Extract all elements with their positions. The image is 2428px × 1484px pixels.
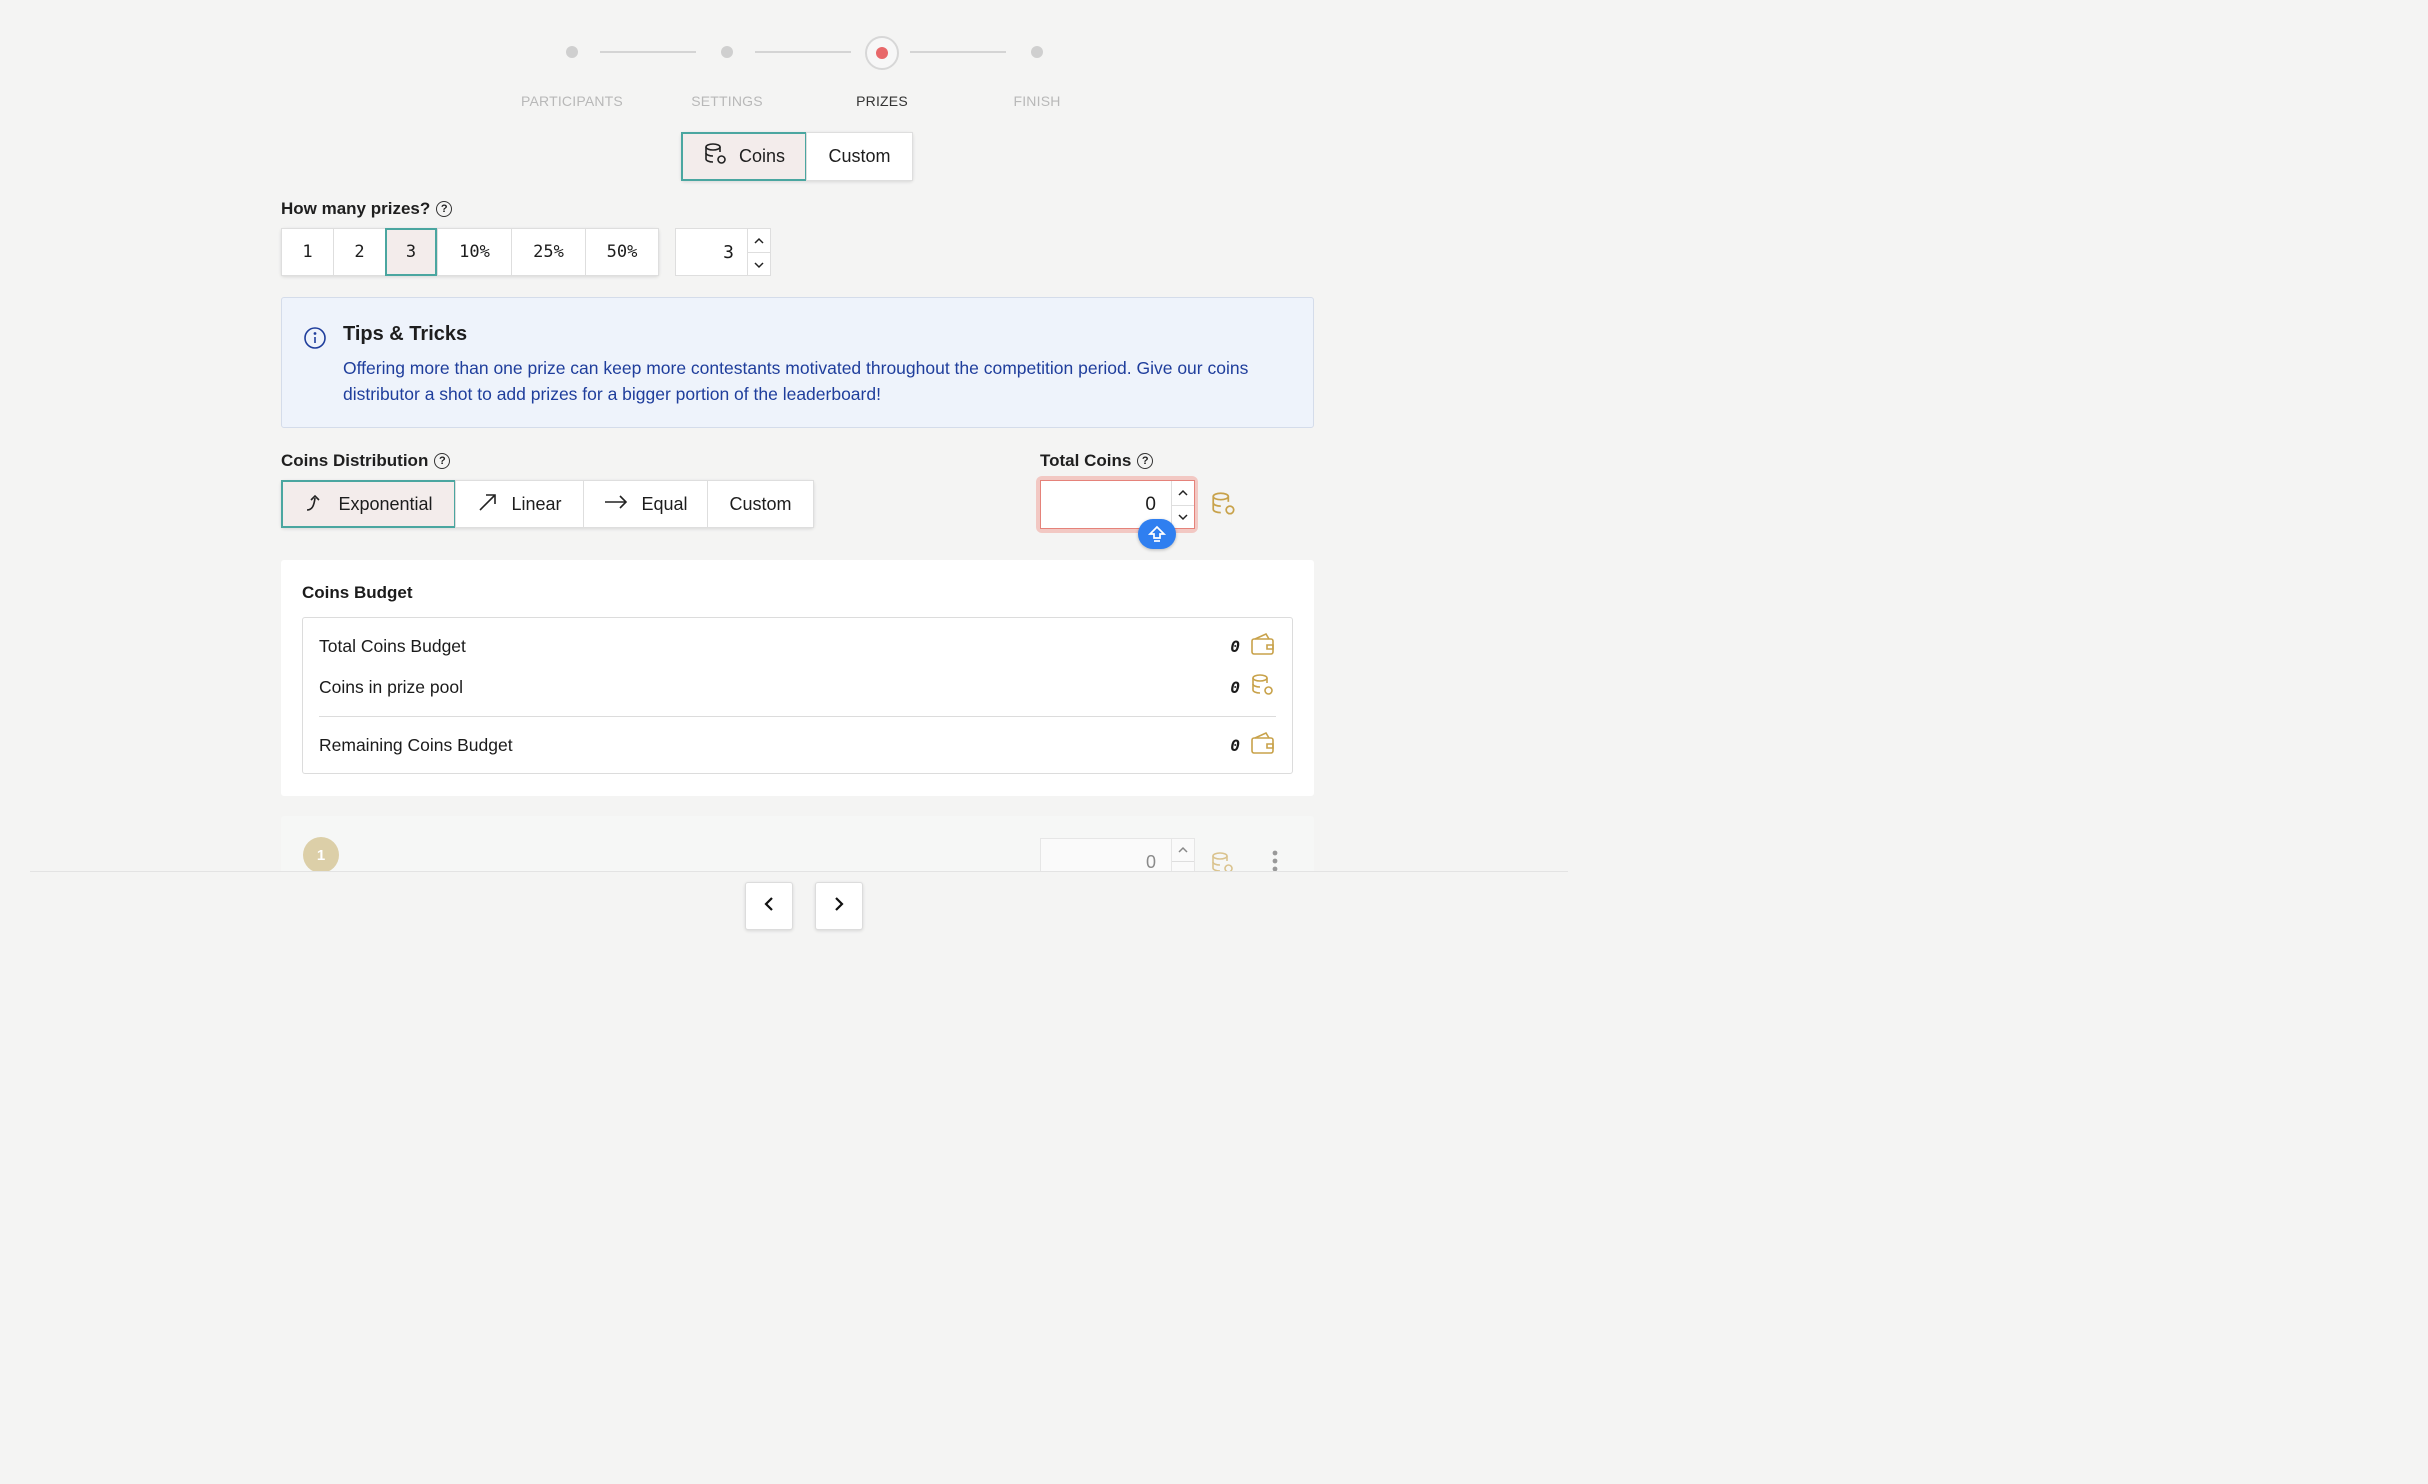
budget-title: Coins Budget — [302, 583, 413, 602]
chevron-up-icon[interactable] — [1172, 839, 1194, 861]
help-icon[interactable]: ? — [1137, 453, 1154, 469]
info-icon — [303, 326, 327, 355]
budget-row-pool: Coins in prize pool 0 — [319, 674, 1276, 700]
budget-row-remaining: Remaining Coins Budget 0 — [319, 731, 1276, 759]
budget-row-value: 0 — [1230, 636, 1240, 656]
distribution-linear-label: Linear — [511, 493, 562, 514]
step-dot-finish — [1031, 46, 1043, 58]
budget-divider — [319, 716, 1276, 717]
next-button[interactable] — [815, 882, 863, 930]
prize-count-option-10pct[interactable]: 10% — [437, 228, 512, 276]
chevron-down-icon[interactable] — [748, 252, 770, 276]
chevron-up-icon[interactable] — [1172, 481, 1194, 505]
distribution-equal-label: Equal — [641, 493, 688, 514]
help-icon[interactable]: ? — [434, 453, 451, 469]
distribution-options: Exponential Linear Equal Custom — [281, 480, 814, 528]
distribution-exponential-button[interactable]: Exponential — [281, 480, 456, 528]
distribution-label-text: Coins Distribution — [281, 451, 429, 470]
step-dot-prizes — [865, 36, 899, 70]
prize-count-option-1[interactable]: 1 — [281, 228, 334, 276]
budget-row-total: Total Coins Budget 0 — [319, 632, 1276, 660]
total-coins-stepper — [1171, 481, 1194, 528]
budget-row-label: Coins in prize pool — [319, 676, 463, 697]
linear-arrow-icon — [477, 491, 499, 518]
chevron-left-icon — [763, 896, 775, 917]
tips-text: Offering more than one prize can keep mo… — [343, 358, 1249, 404]
step-label-participants[interactable]: PARTICIPANTS — [492, 93, 652, 109]
total-coins-input[interactable]: 0 — [1040, 480, 1195, 529]
step-label-prizes: PRIZES — [856, 93, 908, 109]
distribution-custom-button[interactable]: Custom — [707, 480, 814, 528]
wallet-icon — [1250, 632, 1276, 660]
prize-count-option-3[interactable]: 3 — [385, 228, 437, 276]
tips-title: Tips & Tricks — [343, 323, 468, 345]
chevron-right-icon — [833, 896, 845, 917]
step-dot-settings[interactable] — [721, 46, 733, 58]
coins-budget-card: Coins Budget Total Coins Budget 0 Coins … — [281, 560, 1314, 796]
prize-count-label: How many prizes? ? — [281, 199, 453, 219]
step-connector — [755, 51, 851, 53]
chevron-up-icon[interactable] — [748, 229, 770, 252]
wallet-icon — [1250, 731, 1276, 759]
coins-icon — [1210, 490, 1238, 523]
step-label-finish: FINISH — [1013, 93, 1061, 109]
prize-count-options: 1 2 3 10% 25% 50% — [281, 228, 659, 276]
distribution-label: Coins Distribution ? — [281, 451, 451, 471]
footer-bar — [30, 871, 1568, 959]
distribution-exponential-label: Exponential — [338, 493, 433, 514]
coins-type-button[interactable]: Coins — [681, 132, 807, 181]
step-dot-participants[interactable] — [566, 46, 578, 58]
budget-box: Total Coins Budget 0 Coins in prize pool… — [302, 617, 1293, 774]
prize-count-label-text: How many prizes? — [281, 199, 431, 218]
total-coins-label-text: Total Coins — [1040, 451, 1132, 470]
step-connector — [910, 51, 1006, 53]
right-arrow-icon — [603, 494, 629, 515]
prize-count-option-2[interactable]: 2 — [333, 228, 386, 276]
distribution-equal-button[interactable]: Equal — [583, 480, 708, 528]
chevron-down-icon[interactable] — [1172, 504, 1194, 530]
rank-badge: 1 — [303, 837, 339, 873]
prize-count-value: 3 — [723, 241, 734, 263]
coins-icon — [703, 141, 729, 172]
budget-row-label: Remaining Coins Budget — [319, 734, 513, 755]
prize-row: 1 0 — [281, 816, 1314, 884]
previous-button[interactable] — [745, 882, 793, 930]
prize-count-option-50pct[interactable]: 50% — [585, 228, 659, 276]
total-coins-label: Total Coins ? — [1040, 451, 1154, 471]
exponential-arrow-icon — [304, 491, 326, 518]
prize-count-input[interactable]: 3 — [675, 228, 771, 276]
tips-panel: Tips & Tricks Offering more than one pri… — [281, 297, 1314, 428]
distribution-linear-button[interactable]: Linear — [455, 480, 584, 528]
coins-type-label: Coins — [738, 146, 786, 166]
step-connector — [600, 51, 696, 53]
custom-type-button[interactable]: Custom — [806, 132, 913, 181]
prize-count-option-25pct[interactable]: 25% — [511, 228, 586, 276]
upload-arrow-icon[interactable] — [1138, 519, 1176, 549]
coins-icon — [1250, 672, 1276, 702]
prize-count-stepper — [747, 229, 770, 275]
budget-row-value: 0 — [1230, 735, 1240, 755]
help-icon[interactable]: ? — [436, 201, 453, 217]
budget-row-label: Total Coins Budget — [319, 635, 466, 656]
prize-type-toggle: Coins Custom — [681, 132, 913, 181]
step-label-settings[interactable]: SETTINGS — [647, 93, 807, 109]
budget-row-value: 0 — [1230, 677, 1240, 697]
